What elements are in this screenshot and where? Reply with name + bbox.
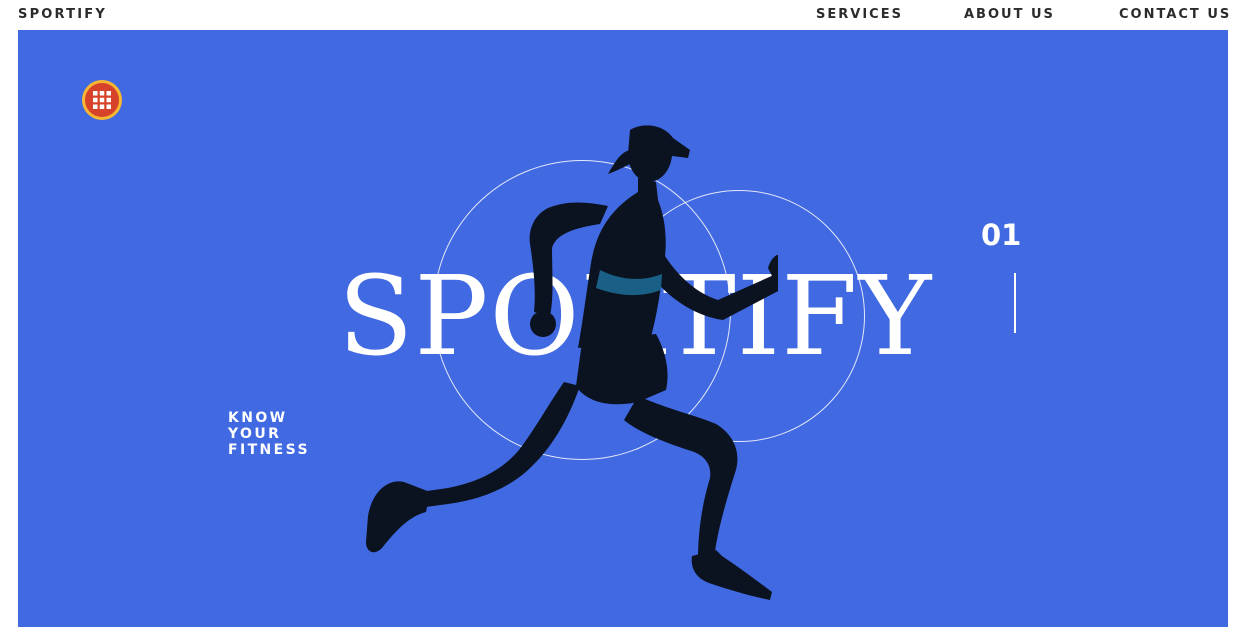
slide-number: 01 (981, 218, 1022, 252)
nav-link-contact-us[interactable]: CONTACT US (1119, 7, 1231, 22)
hero-banner: SPORTIFY 01 (18, 30, 1228, 627)
tagline-line-2: YOUR (228, 426, 282, 442)
top-navigation-bar: SPORTIFY SERVICES ABOUT US CONTACT US (0, 0, 1245, 30)
nav-link-services[interactable]: SERVICES (816, 7, 903, 22)
slide-indicator-line (1014, 273, 1016, 333)
menu-button[interactable] (82, 80, 122, 120)
grid-menu-icon (93, 91, 111, 109)
hero-tagline: KNOW YOUR FITNESS (228, 410, 310, 458)
tagline-line-3: FITNESS (228, 442, 310, 458)
runner-silhouette-image (366, 125, 778, 600)
nav-link-about-us[interactable]: ABOUT US (964, 7, 1055, 22)
tagline-line-1: KNOW (228, 410, 288, 426)
brand-logo-link[interactable]: SPORTIFY (18, 7, 107, 22)
